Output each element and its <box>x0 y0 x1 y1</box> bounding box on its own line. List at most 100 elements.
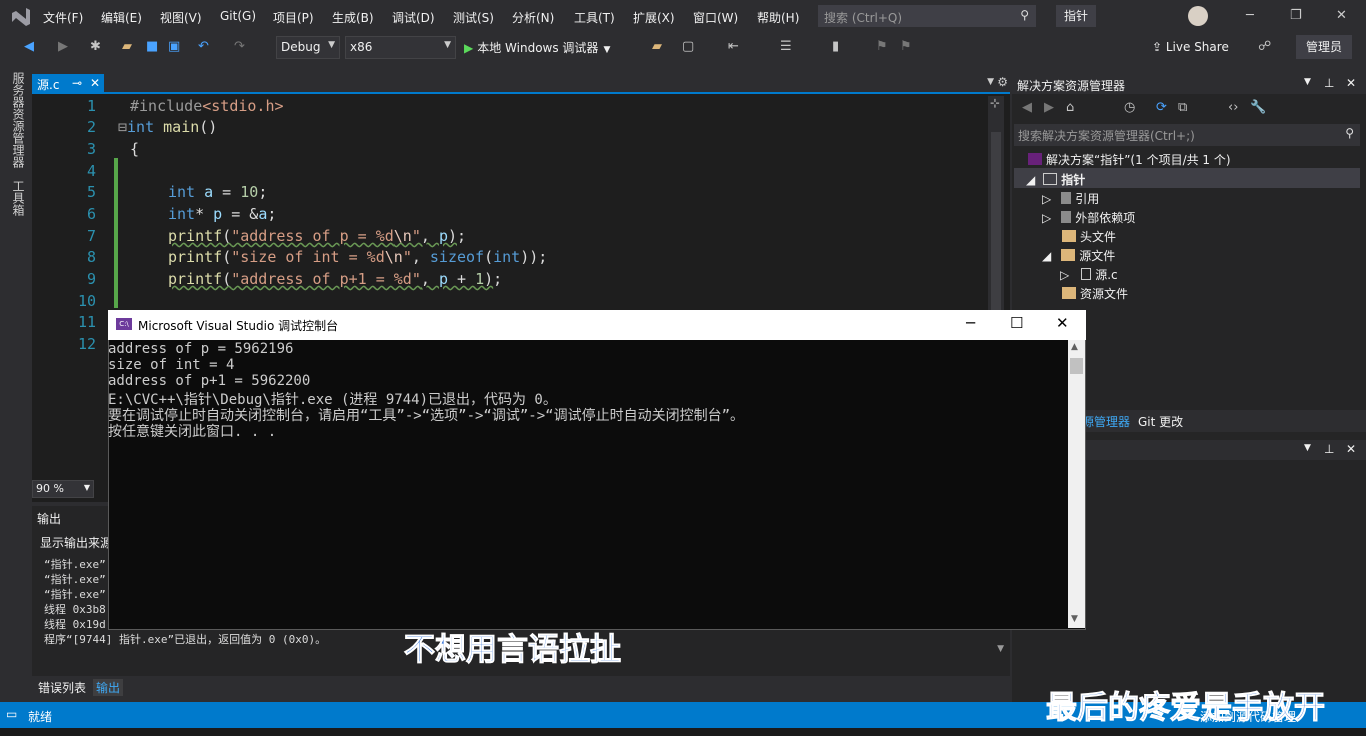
maximize-icon[interactable]: ☐ <box>1010 314 1023 332</box>
search-input[interactable]: 搜索 (Ctrl+Q) ⚲ <box>818 5 1036 27</box>
live-share-button[interactable]: ⇪ Live Share <box>1152 40 1229 54</box>
menu-tools[interactable]: 工具(T) <box>574 9 615 26</box>
expand-icon[interactable]: ◢ <box>1042 249 1051 263</box>
bookmark-next-icon[interactable]: ⚑ <box>900 39 912 54</box>
menu-debug[interactable]: 调试(D) <box>392 9 435 26</box>
chevron-down-icon[interactable]: ▼ <box>1304 77 1311 87</box>
code-line-6: int* p = &a; <box>168 205 277 223</box>
open-folder-icon[interactable]: ▰ <box>122 39 132 54</box>
toolbox-tab[interactable]: 工具箱 <box>8 180 25 216</box>
menu-file[interactable]: 文件(F) <box>43 9 83 26</box>
close-icon[interactable]: ✕ <box>1346 76 1356 90</box>
undo-icon[interactable]: ↶ <box>198 39 209 54</box>
wrench-icon[interactable]: 🔧 <box>1250 100 1266 115</box>
format-icon[interactable]: ☰ <box>780 39 792 54</box>
debug-console-window[interactable] <box>108 310 1086 630</box>
change-tracking-bar <box>114 158 118 308</box>
history-icon[interactable]: ◷ <box>1124 100 1135 115</box>
solution-search-placeholder: 搜索解决方案资源管理器(Ctrl+;) <box>1018 129 1195 143</box>
chevron-down-icon[interactable]: ▼ <box>1304 443 1311 453</box>
code-icon[interactable]: ‹› <box>1228 100 1238 115</box>
avatar[interactable] <box>1188 6 1208 26</box>
tab-source-c[interactable]: 源.c ⊸ ✕ <box>32 74 104 94</box>
collapsed-icon[interactable]: ▷ <box>1042 192 1051 206</box>
line-number: 12 <box>77 335 96 353</box>
tab-error-list[interactable]: 错误列表 <box>35 679 89 696</box>
scroll-down-icon[interactable]: ▼ <box>1071 614 1078 624</box>
menu-build[interactable]: 生成(B) <box>332 9 374 26</box>
split-icon[interactable]: ⊹ <box>990 96 1000 110</box>
line-number: 7 <box>86 227 96 245</box>
sync-icon[interactable]: ⟳ <box>1156 100 1167 115</box>
feedback-icon[interactable]: ☍ <box>1258 39 1271 54</box>
tree-references[interactable]: ▷ 引用 <box>1042 190 1099 207</box>
pin-icon[interactable]: ⊥ <box>1324 76 1334 90</box>
back-icon[interactable]: ◀ <box>1022 100 1032 115</box>
tree-resource-files[interactable]: 资源文件 <box>1062 285 1128 302</box>
screenshot-icon[interactable]: ▢ <box>682 39 694 54</box>
scroll-down-icon[interactable]: ▼ <box>997 644 1004 654</box>
tab-git-changes[interactable]: Git 更改 <box>1138 413 1183 430</box>
gear-icon[interactable]: ⚙ <box>997 75 1008 89</box>
run-label: 本地 Windows 调试器 <box>477 41 599 55</box>
tab-output[interactable]: 输出 <box>93 679 124 696</box>
tree-source-c[interactable]: ▷ 源.c <box>1060 266 1118 283</box>
step-icon[interactable]: ⇤ <box>728 39 739 54</box>
collapse-all-icon[interactable]: ⧉ <box>1178 100 1187 115</box>
scroll-thumb[interactable] <box>991 132 1001 312</box>
menu-extensions[interactable]: 扩展(X) <box>633 9 675 26</box>
zoom-select[interactable]: 90 % ▼ <box>32 480 94 498</box>
configuration-select[interactable]: Debug ▼ <box>276 36 340 59</box>
scroll-thumb[interactable] <box>1070 358 1083 374</box>
minimize-icon[interactable]: ─ <box>966 314 975 332</box>
code-line-8: printf("size of int = %d\n", sizeof(int)… <box>168 248 548 266</box>
line-number: 9 <box>86 270 96 288</box>
home-icon[interactable]: ⌂ <box>1066 100 1074 115</box>
subtitle-line-1: 不想用言语拉扯 <box>404 632 622 669</box>
pin-icon[interactable]: ⊸ <box>72 76 82 90</box>
console-line: size of int = 4 <box>108 357 235 373</box>
menu-window[interactable]: 窗口(W) <box>693 9 738 26</box>
tab-solution-explorer[interactable]: 源管理器 <box>1082 413 1130 430</box>
scroll-up-icon[interactable]: ▲ <box>1071 342 1078 352</box>
server-explorer-tab[interactable]: 服务器资源管理器 <box>8 72 25 168</box>
console-scrollbar[interactable]: ▲ ▼ <box>1068 340 1085 628</box>
close-icon[interactable]: ✕ <box>1056 314 1069 332</box>
tree-project[interactable]: ◢ 指针 <box>1026 171 1085 188</box>
menu-project[interactable]: 项目(P) <box>273 9 314 26</box>
menu-test[interactable]: 测试(S) <box>453 9 494 26</box>
pin-icon[interactable]: ⊥ <box>1324 442 1334 456</box>
menu-edit[interactable]: 编辑(E) <box>101 9 142 26</box>
close-icon[interactable]: ✕ <box>1346 442 1356 456</box>
tree-source-files[interactable]: ◢ 源文件 <box>1042 247 1115 264</box>
menu-view[interactable]: 视图(V) <box>160 9 202 26</box>
minimize-icon[interactable]: ─ <box>1246 8 1254 23</box>
forward-icon[interactable]: ▶ <box>58 39 68 54</box>
forward-icon[interactable]: ▶ <box>1044 100 1054 115</box>
bookmark-icon[interactable]: ▮ <box>832 39 839 54</box>
save-icon[interactable]: ■ <box>146 39 158 54</box>
platform-select[interactable]: x86 ▼ <box>345 36 456 59</box>
collapsed-icon[interactable]: ▷ <box>1060 268 1069 282</box>
collapsed-icon[interactable]: ▷ <box>1042 211 1051 225</box>
tree-header-files[interactable]: 头文件 <box>1062 228 1116 245</box>
restore-icon[interactable]: ❐ <box>1290 8 1302 23</box>
expand-icon[interactable]: ◢ <box>1026 173 1035 187</box>
redo-icon[interactable]: ↷ <box>234 39 245 54</box>
tab-list-dropdown-icon[interactable]: ▼ <box>987 77 994 87</box>
folder-icon <box>1062 287 1076 299</box>
back-icon[interactable]: ◀ <box>24 39 34 54</box>
close-icon[interactable]: ✕ <box>1336 8 1347 23</box>
tree-solution[interactable]: 解决方案“指针”(1 个项目/共 1 个) <box>1028 151 1231 168</box>
save-all-icon[interactable]: ▣ <box>168 39 180 54</box>
solution-search-input[interactable]: 搜索解决方案资源管理器(Ctrl+;) ⚲ <box>1014 124 1360 146</box>
close-tab-icon[interactable]: ✕ <box>90 76 100 90</box>
menu-help[interactable]: 帮助(H) <box>757 9 799 26</box>
menu-analyze[interactable]: 分析(N) <box>512 9 554 26</box>
new-project-icon[interactable]: ✱ <box>90 39 101 54</box>
folder-icon[interactable]: ▰ <box>652 39 662 54</box>
start-debugging-button[interactable]: ▶ 本地 Windows 调试器 ▼ <box>464 39 610 56</box>
tree-external-deps[interactable]: ▷ 外部依赖项 <box>1042 209 1135 226</box>
menu-git[interactable]: Git(G) <box>220 9 256 23</box>
bookmark-prev-icon[interactable]: ⚑ <box>876 39 888 54</box>
